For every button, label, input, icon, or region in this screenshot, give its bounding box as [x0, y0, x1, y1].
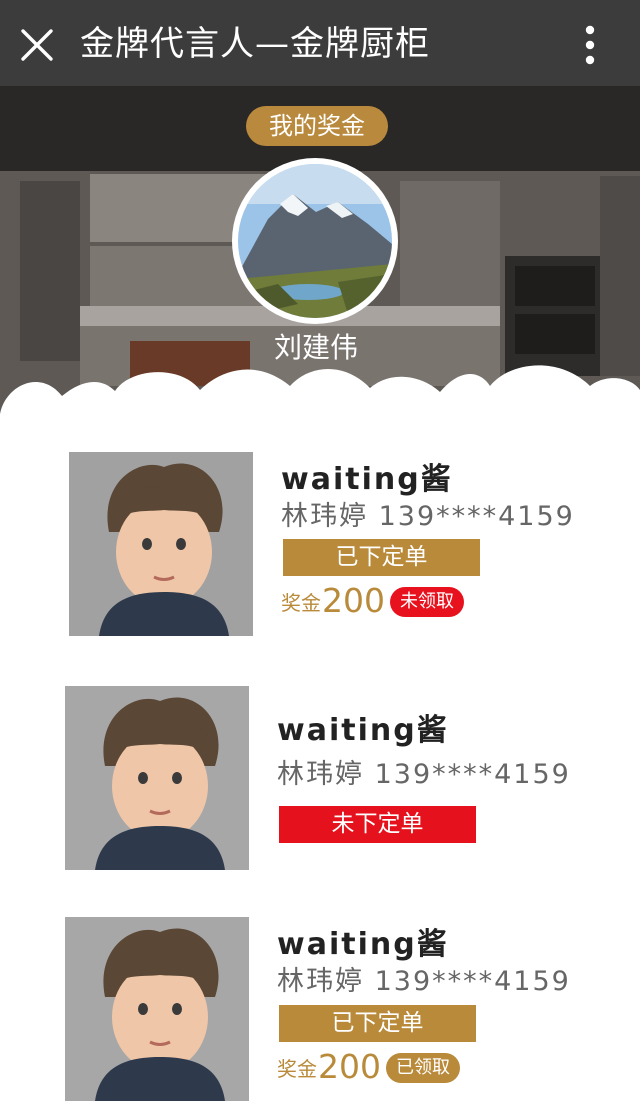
referral-avatar — [65, 686, 249, 870]
bonus-amount: 200 — [322, 581, 385, 620]
baby-photo-icon — [69, 452, 253, 636]
profile-banner: 我的奖金 刘建伟 — [0, 86, 640, 416]
claim-status-badge[interactable]: 未领取 — [390, 587, 464, 617]
baby-photo-icon — [65, 686, 249, 870]
referral-avatar — [65, 917, 249, 1101]
baby-photo-icon — [65, 917, 249, 1101]
contact-info: 林玮婷 139****4159 — [281, 501, 575, 532]
list-item[interactable]: waiting酱 林玮婷 139****4159 未下定单 — [0, 674, 640, 884]
claim-status-badge[interactable]: 已领取 — [386, 1053, 460, 1083]
avatar — [232, 158, 398, 324]
order-status: 已下定单 — [283, 539, 480, 576]
contact-info: 林玮婷 139****4159 — [277, 759, 571, 790]
nickname: waiting酱 — [277, 927, 449, 962]
nickname: waiting酱 — [281, 462, 453, 497]
cloud-divider — [0, 365, 640, 416]
title-bar: 金牌代言人—金牌厨柜 — [0, 0, 640, 86]
order-status: 已下定单 — [279, 1005, 476, 1042]
list-item[interactable]: waiting酱 林玮婷 139****4159 已下定单 奖金 200 已领取 — [0, 905, 640, 1101]
mountain-landscape-avatar — [238, 164, 392, 318]
list-item[interactable]: waiting酱 林玮婷 139****4159 已下定单 奖金 200 未领取 — [0, 440, 640, 670]
page-title: 金牌代言人—金牌厨柜 — [80, 24, 430, 64]
close-icon[interactable] — [20, 28, 54, 62]
contact-info: 林玮婷 139****4159 — [277, 966, 571, 997]
more-vertical-icon[interactable] — [582, 25, 598, 65]
bonus-label: 奖金 — [277, 1057, 317, 1081]
nickname: waiting酱 — [277, 713, 449, 748]
my-bonus-badge[interactable]: 我的奖金 — [246, 106, 388, 146]
bonus-amount: 200 — [318, 1047, 381, 1086]
bonus-label: 奖金 — [281, 591, 321, 615]
referral-avatar — [69, 452, 253, 636]
order-status: 未下定单 — [279, 806, 476, 843]
